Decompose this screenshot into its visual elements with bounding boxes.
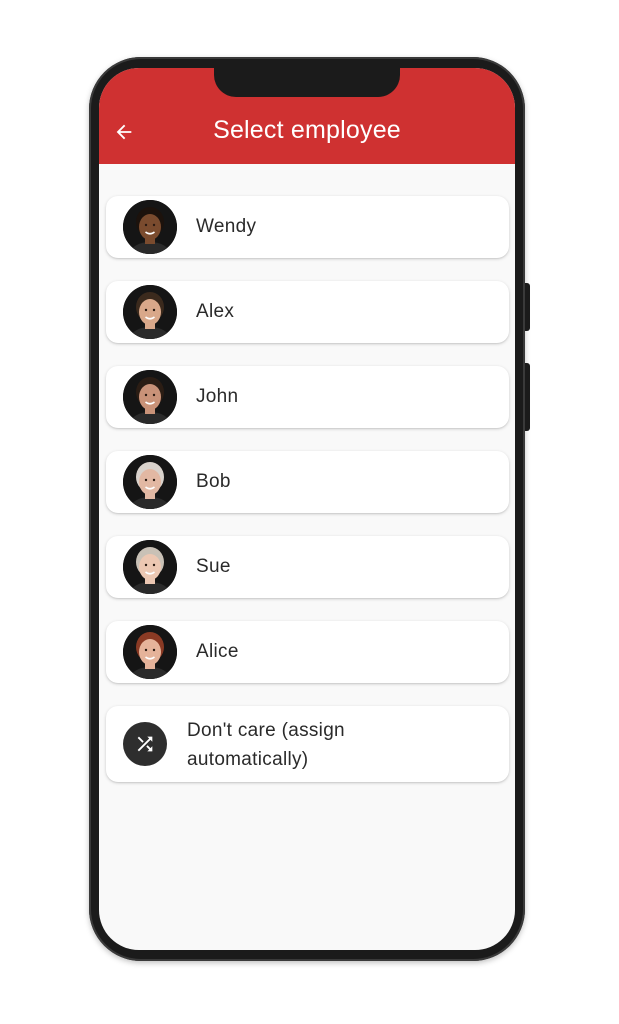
auto-assign-label: Don't care (assign automatically) [187, 720, 345, 770]
employee-item[interactable]: Wendy [106, 196, 509, 258]
person-portrait-icon [123, 200, 177, 254]
person-portrait-icon [123, 625, 177, 679]
employee-avatar [123, 370, 177, 424]
employee-item[interactable]: Alice [106, 621, 509, 683]
employee-avatar [123, 455, 177, 509]
page-title: Select employee [213, 116, 401, 144]
phone-frame: Select employee Wendy Alex John Bob Sue Alice… [89, 57, 530, 961]
employee-avatar [123, 625, 177, 679]
person-portrait-icon [123, 285, 177, 339]
employee-name: John [196, 386, 239, 407]
employee-item[interactable]: Bob [106, 451, 509, 513]
employee-name: Wendy [196, 216, 257, 237]
employee-item[interactable]: John [106, 366, 509, 428]
person-portrait-icon [123, 370, 177, 424]
person-portrait-icon [123, 455, 177, 509]
employee-list: Wendy Alex John Bob Sue Alice Don't care (ass… [106, 196, 509, 805]
shuffle-icon [137, 736, 153, 752]
employee-avatar [123, 200, 177, 254]
employee-name: Alice [196, 641, 239, 662]
phone-notch [214, 68, 400, 97]
employee-name: Sue [196, 556, 231, 577]
person-portrait-icon [123, 540, 177, 594]
phone-side-button-lower [525, 363, 530, 431]
employee-name: Alex [196, 301, 235, 322]
auto-assign-option[interactable]: Don't care (assign automatically) [106, 706, 509, 782]
phone-screen: Select employee Wendy Alex John Bob Sue Alice… [99, 68, 515, 950]
phone-side-button-upper [525, 283, 530, 331]
employee-avatar [123, 285, 177, 339]
app-bar: Select employee [99, 68, 515, 164]
employee-item[interactable]: Sue [106, 536, 509, 598]
employee-avatar [123, 540, 177, 594]
employee-item[interactable]: Alex [106, 281, 509, 343]
employee-name: Bob [196, 471, 231, 492]
shuffle-icon-badge [123, 722, 167, 766]
